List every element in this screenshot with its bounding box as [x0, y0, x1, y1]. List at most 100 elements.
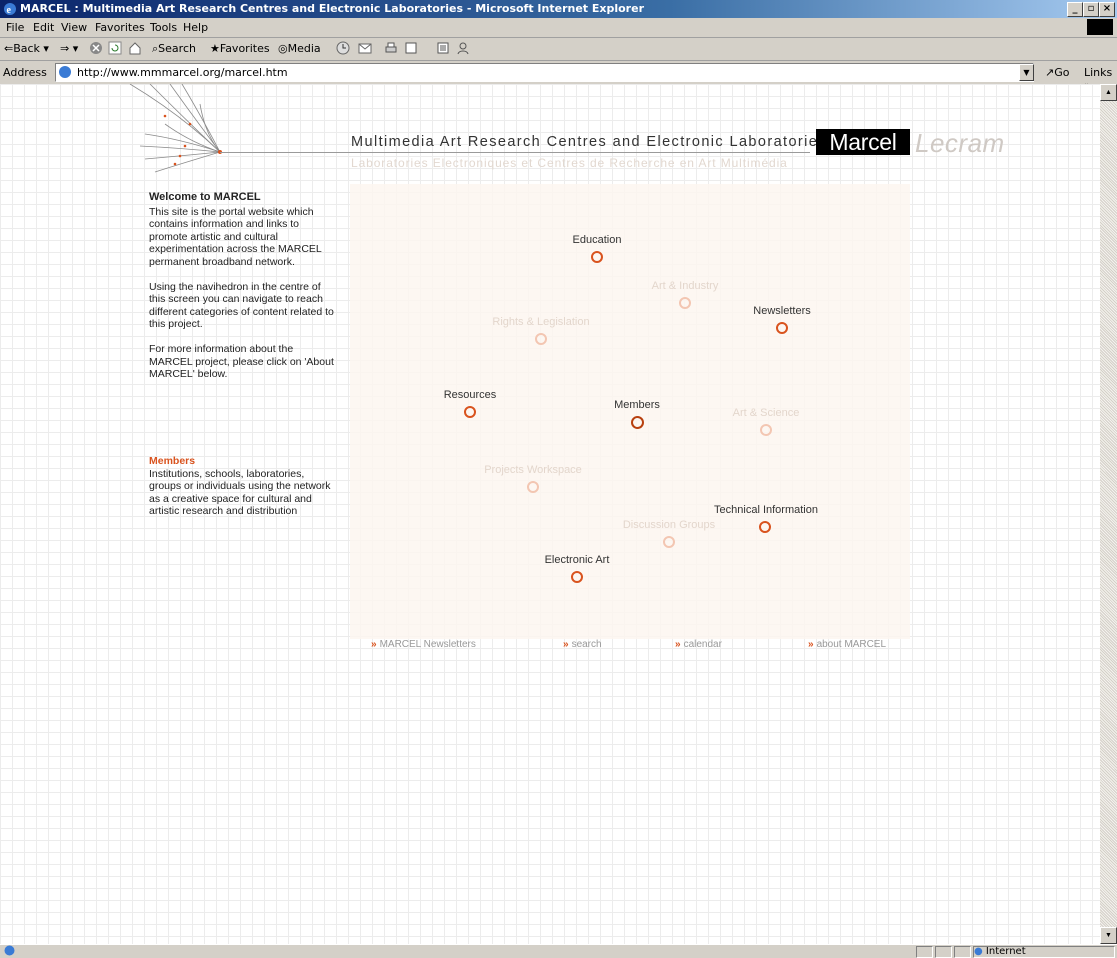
address-url: http://www.mmmarcel.org/marcel.htm	[77, 66, 288, 79]
status-pane	[935, 946, 952, 958]
menu-file[interactable]: File	[6, 21, 24, 34]
internet-globe-icon: ●	[974, 946, 983, 957]
home-icon[interactable]	[128, 41, 142, 55]
nav-label-art-industry[interactable]: Art & Industry	[652, 280, 719, 292]
nav-node-members[interactable]	[631, 416, 644, 429]
favorites-icon: ★	[210, 42, 220, 55]
menu-edit[interactable]: Edit	[33, 21, 54, 34]
search-label: Search	[158, 42, 196, 55]
address-dropdown-button[interactable]: ▼	[1019, 64, 1034, 81]
navihedron-panel	[350, 184, 910, 639]
go-label: Go	[1054, 66, 1070, 79]
print-icon[interactable]	[384, 41, 398, 55]
nav-label-technical-information[interactable]: Technical Information	[714, 504, 818, 516]
nav-node-projects-workspace[interactable]	[527, 481, 539, 493]
svg-text:e: e	[7, 5, 12, 16]
back-label: Back	[13, 42, 40, 55]
address-input[interactable]: http://www.mmmarcel.org/marcel.htm	[55, 63, 1034, 82]
link-calendar-label: calendar	[683, 639, 722, 650]
history-icon[interactable]	[336, 41, 350, 55]
zone-label: Internet	[985, 946, 1026, 957]
nav-node-discussion-groups[interactable]	[663, 536, 675, 548]
nav-label-electronic-art[interactable]: Electronic Art	[545, 554, 610, 566]
address-label: Address	[3, 66, 47, 79]
media-label: Media	[287, 42, 321, 55]
members-info-text: Institutions, schools, laboratories, gro…	[149, 467, 331, 518]
nav-node-art-science[interactable]	[760, 424, 772, 436]
nav-label-resources[interactable]: Resources	[444, 389, 497, 401]
standard-toolbar: ⇐Back ▾ ⇒ ▾ ⌕Search ★Favorites ◎Media	[0, 38, 1117, 61]
security-zone: ● Internet	[973, 946, 1115, 958]
minimize-button[interactable]: _	[1067, 2, 1083, 17]
close-button[interactable]: ×	[1099, 2, 1115, 17]
marcel-network-logo-icon	[129, 84, 222, 173]
ie-logo-icon: e	[4, 3, 16, 16]
scroll-up-arrow-icon[interactable]: ▲	[1100, 84, 1117, 101]
site-subline: Laboratories Electroniques et Centres de…	[351, 156, 788, 170]
nav-label-newsletters[interactable]: Newsletters	[753, 305, 810, 317]
marcel-logo[interactable]: Marcel	[816, 129, 910, 155]
status-pane	[916, 946, 933, 958]
menu-help[interactable]: Help	[183, 21, 208, 34]
page-status-icon	[4, 945, 15, 956]
link-about-marcel-label: about MARCEL	[816, 639, 887, 650]
edit-icon[interactable]	[404, 41, 418, 55]
double-chevron-icon: »	[808, 639, 814, 650]
double-chevron-icon: »	[371, 639, 377, 650]
vertical-scrollbar[interactable]: ▲ ▼	[1100, 84, 1117, 944]
link-marcel-newsletters[interactable]: » MARCEL Newsletters	[371, 639, 476, 650]
links-label: Links	[1084, 66, 1113, 79]
status-bar: ● Internet	[0, 944, 1117, 958]
menu-tools[interactable]: Tools	[150, 21, 177, 34]
nav-label-projects-workspace[interactable]: Projects Workspace	[484, 464, 582, 476]
forward-button[interactable]: ⇒ ▾	[60, 42, 78, 55]
welcome-section: Welcome to MARCEL This site is the porta…	[149, 191, 334, 393]
welcome-paragraph-3: For more information about the MARCEL pr…	[149, 342, 334, 381]
media-button[interactable]: ◎Media	[278, 42, 321, 55]
nav-node-education[interactable]	[591, 251, 603, 263]
lecram-logo: Lecram	[915, 128, 1005, 158]
status-pane	[954, 946, 971, 958]
favorites-button[interactable]: ★Favorites	[210, 42, 270, 55]
nav-node-resources[interactable]	[464, 406, 476, 418]
favorites-label: Favorites	[219, 42, 270, 55]
link-calendar[interactable]: » calendar	[675, 639, 722, 650]
maximize-button[interactable]: ▫	[1083, 2, 1099, 17]
messenger-icon[interactable]	[456, 41, 470, 55]
header-rule	[220, 152, 810, 153]
menu-view[interactable]: View	[61, 21, 87, 34]
nav-label-discussion-groups[interactable]: Discussion Groups	[623, 519, 715, 531]
nav-label-art-science[interactable]: Art & Science	[733, 407, 800, 419]
menu-favorites[interactable]: Favorites	[95, 21, 145, 34]
welcome-paragraph-2: Using the navihedron in the centre of th…	[149, 280, 334, 331]
nav-label-members[interactable]: Members	[614, 399, 660, 411]
link-about-marcel[interactable]: » about MARCEL	[808, 639, 886, 650]
nav-node-art-industry[interactable]	[679, 297, 691, 309]
link-search[interactable]: » search	[563, 639, 602, 650]
mail-icon[interactable]	[358, 41, 372, 55]
discuss-icon[interactable]	[436, 41, 450, 55]
welcome-paragraph-1: This site is the portal website which co…	[149, 205, 322, 268]
stop-icon[interactable]	[89, 41, 103, 55]
members-info-title: Members	[149, 455, 196, 467]
windows-flag-icon	[1087, 19, 1113, 35]
go-button[interactable]: ↗Go	[1045, 66, 1069, 79]
members-info: Members Institutions, schools, laborator…	[149, 455, 339, 518]
link-marcel-newsletters-label: MARCEL Newsletters	[379, 639, 476, 650]
nav-node-rights-legislation[interactable]	[535, 333, 547, 345]
site-headline: Multimedia Art Research Centres and Elec…	[351, 134, 827, 150]
media-icon: ◎	[278, 42, 288, 55]
search-button[interactable]: ⌕Search	[152, 42, 196, 56]
refresh-icon[interactable]	[108, 41, 122, 55]
double-chevron-icon: »	[563, 639, 569, 650]
nav-node-technical-information[interactable]	[759, 521, 771, 533]
nav-label-education[interactable]: Education	[573, 234, 622, 246]
nav-node-newsletters[interactable]	[776, 322, 788, 334]
back-button[interactable]: ⇐Back ▾	[4, 42, 49, 55]
nav-node-electronic-art[interactable]	[571, 571, 583, 583]
nav-label-rights-legislation[interactable]: Rights & Legislation	[492, 316, 589, 328]
page-viewport: Multimedia Art Research Centres and Elec…	[0, 84, 1100, 944]
scroll-down-arrow-icon[interactable]: ▼	[1100, 927, 1117, 944]
double-chevron-icon: »	[675, 639, 681, 650]
window-title-bar: e MARCEL : Multimedia Art Research Centr…	[0, 0, 1117, 18]
